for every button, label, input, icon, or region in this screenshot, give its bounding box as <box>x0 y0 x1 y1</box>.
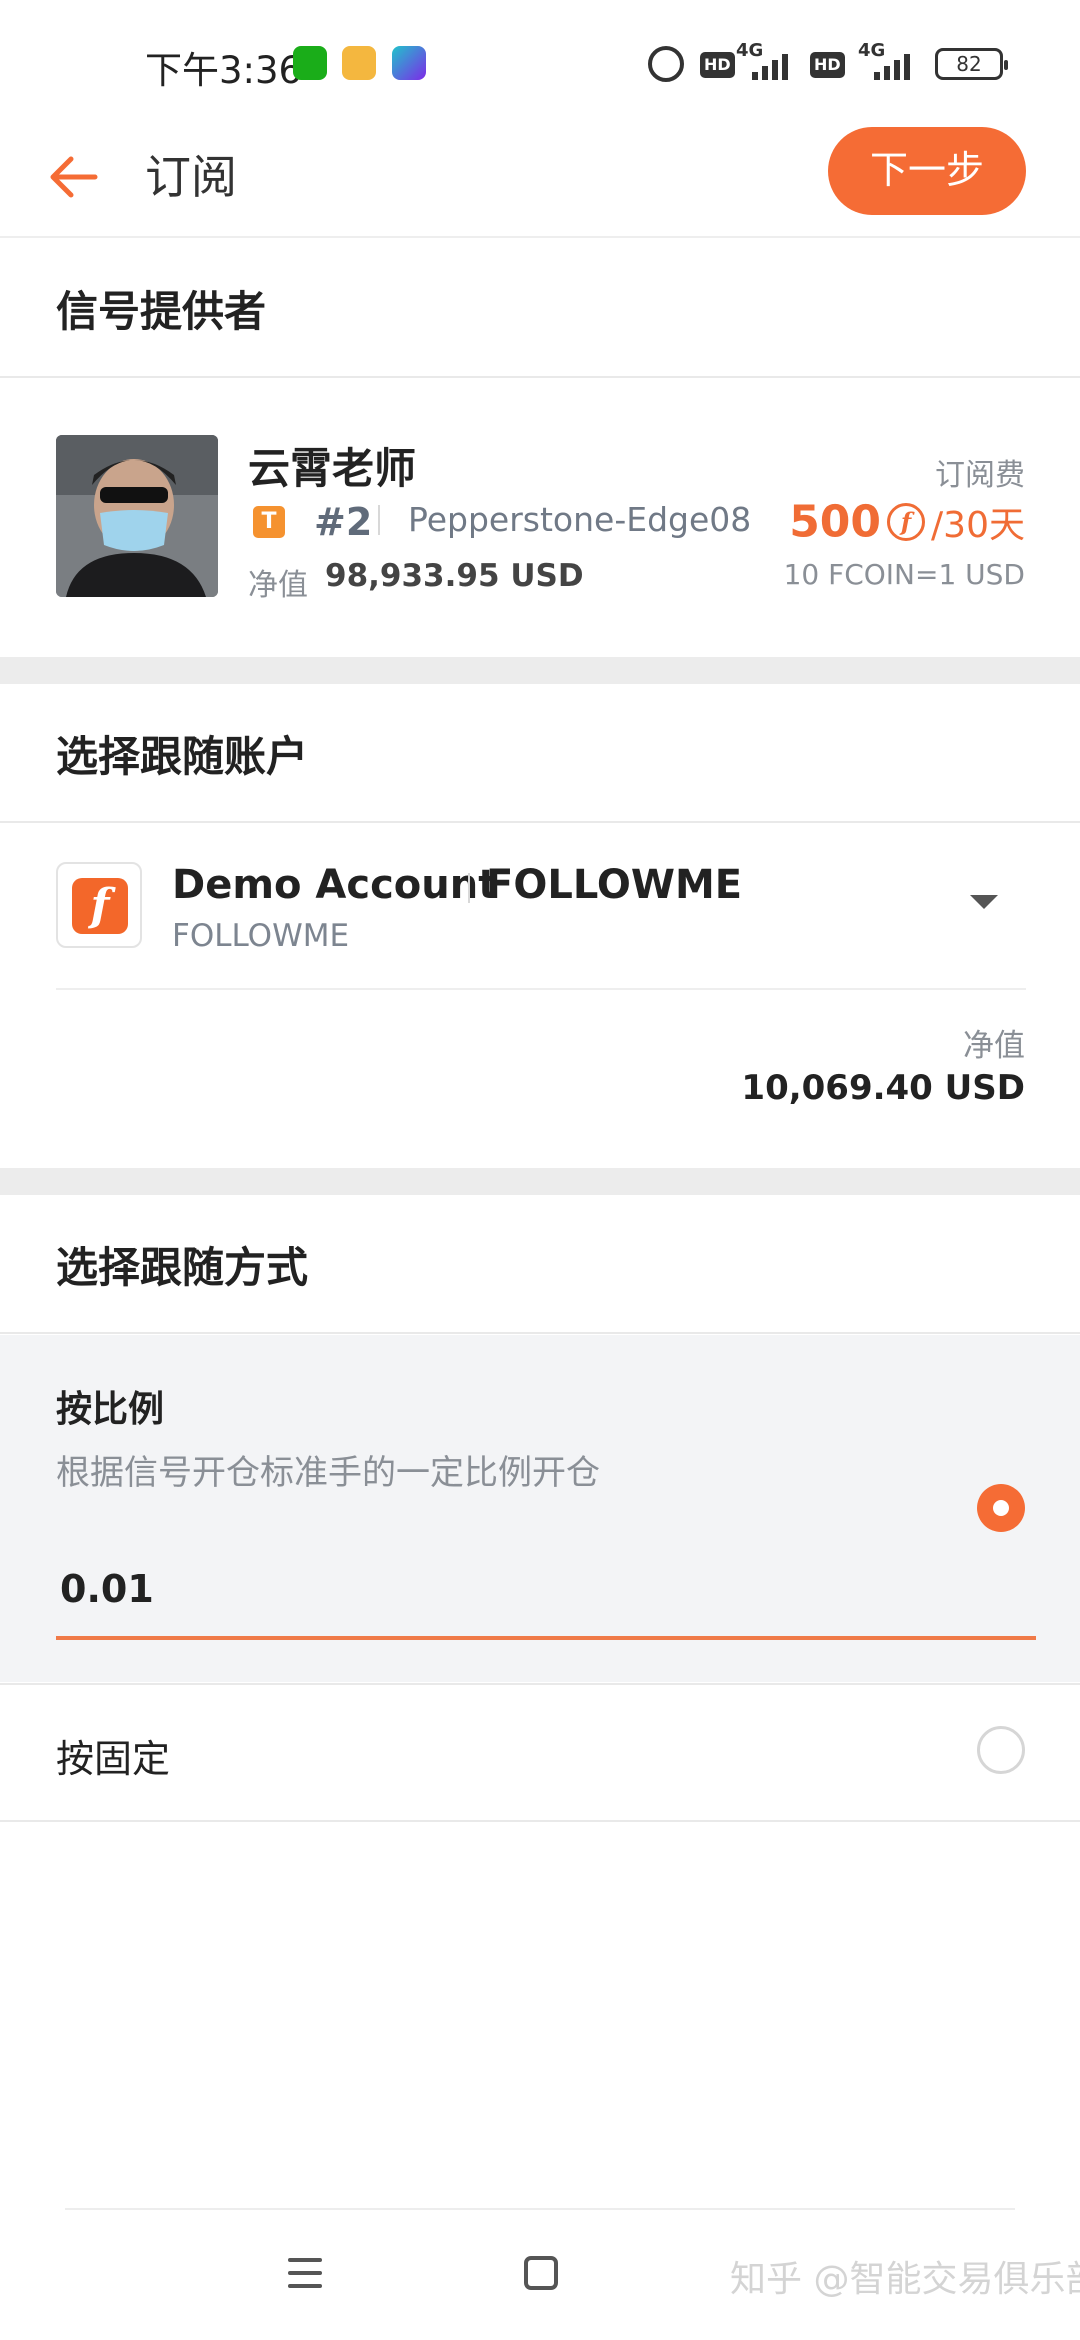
provider-section-title: 信号提供者 <box>56 287 267 336</box>
account-subtitle: FOLLOWME <box>172 918 350 954</box>
account-equity-label: 净值 <box>963 1028 1025 1064</box>
provider-equity-label: 净值 <box>248 568 308 603</box>
mode-section-title: 选择跟随方式 <box>56 1243 309 1292</box>
section-gap <box>0 1168 1080 1195</box>
separator <box>378 505 380 535</box>
chevron-down-icon[interactable] <box>970 895 998 909</box>
ratio-option-title: 按比例 <box>56 1389 165 1430</box>
subscribe-page: 下午3:36 HD 4G HD 4G 82 订阅 下一步 信号提供者 云霄老师 … <box>0 0 1080 2340</box>
menu-icon[interactable] <box>288 2258 322 2288</box>
watermark: 知乎 @智能交易俱乐部 <box>730 2259 1080 2300</box>
fcoin-icon: f <box>887 503 926 541</box>
divider <box>0 1683 1080 1685</box>
separator <box>468 873 470 903</box>
followme-logo-icon: f <box>72 878 128 934</box>
divider <box>0 376 1080 378</box>
provider-server: Pepperstone-Edge08 <box>408 500 752 539</box>
canva-icon <box>392 46 426 80</box>
provider-equity-value: 98,933.95 USD <box>325 558 584 594</box>
account-section-title: 选择跟随账户 <box>56 732 309 781</box>
alarm-icon <box>648 46 684 82</box>
fee-amount: 500 <box>789 496 882 548</box>
divider <box>0 821 1080 823</box>
fee-period: /30天 <box>931 505 1025 546</box>
provider-avatar[interactable] <box>56 435 218 597</box>
signal-icon <box>870 48 920 80</box>
ratio-option-description: 根据信号开仓标准手的一定比例开仓 <box>56 1453 600 1493</box>
fixed-option-label[interactable]: 按固定 <box>56 1728 170 1783</box>
hd-icon: HD <box>700 52 735 78</box>
account-broker[interactable]: FOLLOWME <box>486 862 742 908</box>
avatar-photo <box>56 435 218 597</box>
account-name[interactable]: Demo Account <box>172 862 497 908</box>
provider-rank: #2 <box>314 500 373 544</box>
fixed-radio[interactable] <box>977 1726 1025 1774</box>
subscription-fee-label: 订阅费 <box>935 458 1025 493</box>
ratio-radio[interactable] <box>977 1484 1025 1532</box>
wechat-icon <box>293 46 327 80</box>
divider <box>0 1332 1080 1334</box>
ratio-input[interactable] <box>56 1542 1036 1640</box>
fcoin-exchange-rate: 10 FCOIN=1 USD <box>783 558 1025 591</box>
nav-divider <box>65 2208 1015 2210</box>
divider <box>0 1820 1080 1822</box>
home-icon[interactable] <box>524 2256 558 2290</box>
followme-logo: f <box>56 862 142 948</box>
subscription-fee-price: 500 f/30天 <box>789 496 1025 548</box>
account-equity-value: 10,069.40 USD <box>741 1068 1025 1108</box>
battery-icon: 82 <box>935 48 1008 80</box>
app-header: 订阅 下一步 <box>0 125 1080 238</box>
next-step-button[interactable]: 下一步 <box>828 127 1026 215</box>
tier-badge: T <box>253 506 285 538</box>
status-bar: 下午3:36 HD 4G HD 4G 82 <box>0 0 1080 125</box>
page-title: 订阅 <box>145 150 237 204</box>
divider <box>56 988 1026 990</box>
provider-name: 云霄老师 <box>248 444 417 493</box>
notes-icon <box>342 46 376 80</box>
status-time: 下午3:36 <box>145 49 303 92</box>
back-arrow-icon[interactable] <box>45 147 105 207</box>
signal-icon <box>748 48 798 80</box>
section-gap <box>0 657 1080 684</box>
hd-icon: HD <box>810 52 845 78</box>
